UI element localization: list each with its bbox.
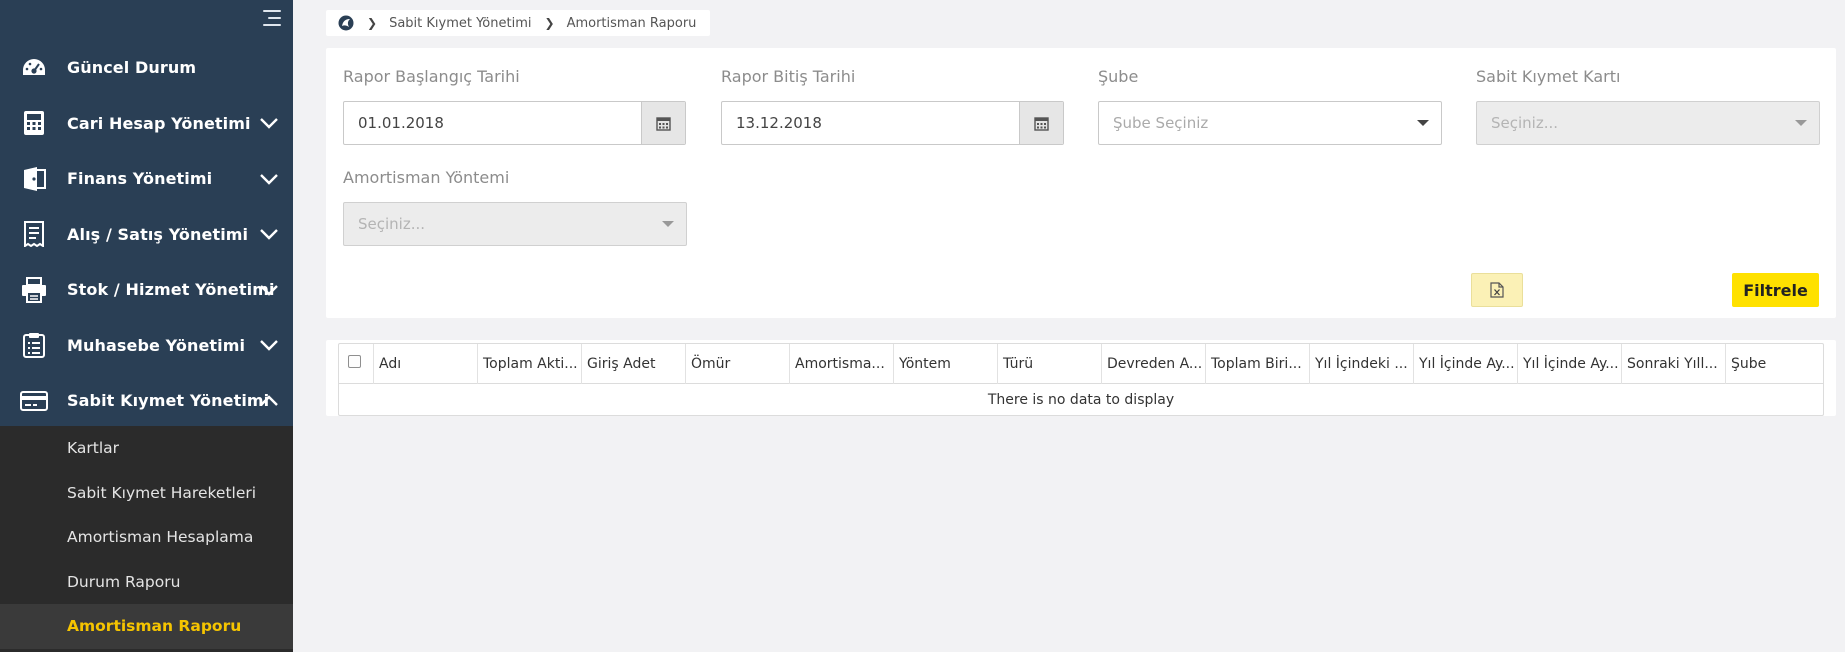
chevron-down-icon [260, 284, 278, 296]
column-header[interactable]: Türü [998, 344, 1102, 384]
submenu-item-kartlar[interactable]: Kartlar [0, 426, 293, 471]
submenu-item-durum-raporu[interactable]: Durum Raporu [0, 560, 293, 605]
menu-item-label: Alış / Satış Yönetimi [67, 224, 249, 244]
menu-item-label: Muhasebe Yönetimi [67, 335, 246, 355]
hamburger-menu-icon[interactable] [261, 10, 281, 28]
calculator-icon [20, 109, 48, 137]
column-header[interactable]: Amortisma... [790, 344, 894, 384]
asset-card-select-value: Seçiniz... [1491, 114, 1559, 132]
chevron-down-icon [260, 340, 278, 351]
caret-down-icon [662, 221, 674, 227]
asset-card-label: Sabit Kıymet Kartı [1476, 67, 1621, 86]
chevron-down-icon [260, 173, 278, 185]
select-all-cell [339, 344, 374, 384]
submenu-item-amortisman-raporu[interactable]: Amortisman Raporu [0, 604, 293, 649]
menu-item-label: Finans Yönetimi [67, 169, 213, 189]
menu-item-stok-hizmet[interactable]: Stok / Hizmet Yönetimi [0, 262, 293, 318]
calendar-icon [1034, 116, 1049, 131]
main-menu: Güncel Durum Cari Hesap Yönetimi Finans … [0, 40, 293, 429]
receipt-icon [20, 220, 48, 248]
filter-panel: Rapor Başlangıç Tarihi Rapor Bitiş Tarih… [326, 48, 1836, 318]
method-label: Amortisman Yöntemi [343, 168, 510, 187]
data-grid: Adı Toplam Akti... Giriş Adet Ömür Amort… [338, 343, 1824, 416]
grid-header: Adı Toplam Akti... Giriş Adet Ömür Amort… [339, 344, 1823, 384]
printer-icon [20, 276, 48, 304]
column-header[interactable]: Yıl İçinde Ay... [1518, 344, 1622, 384]
select-all-checkbox[interactable] [348, 354, 361, 368]
wallet-icon [20, 165, 48, 193]
breadcrumb: ❯ Sabit Kıymet Yönetimi ❯ Amortisman Rap… [326, 10, 710, 36]
caret-down-icon [1417, 120, 1429, 126]
start-date-calendar-button[interactable] [641, 102, 685, 144]
column-header[interactable]: Yıl İçinde Ay... [1414, 344, 1518, 384]
breadcrumb-item-sabit-kiymet[interactable]: Sabit Kıymet Yönetimi [389, 16, 531, 31]
column-header[interactable]: Şube [1726, 344, 1823, 384]
excel-icon [1490, 282, 1504, 298]
menu-item-label: Cari Hesap Yönetimi [67, 113, 251, 133]
column-header[interactable]: Yöntem [894, 344, 998, 384]
chevron-down-icon [260, 118, 278, 129]
column-header[interactable]: Giriş Adet [582, 344, 686, 384]
column-header[interactable]: Yıl İçindeki ... [1310, 344, 1414, 384]
branch-select[interactable]: Şube Seçiniz [1098, 101, 1442, 145]
asset-card-select: Seçiniz... [1476, 101, 1820, 145]
menu-item-guncel-durum[interactable]: Güncel Durum [0, 40, 293, 96]
menu-item-sabit-kiymet[interactable]: Sabit Kıymet Yönetimi [0, 373, 293, 429]
start-date-label: Rapor Başlangıç Tarihi [343, 67, 520, 86]
chevron-right-icon: ❯ [367, 16, 378, 30]
grid-empty-message: There is no data to display [987, 391, 1175, 408]
chevron-down-icon [260, 229, 278, 240]
start-date-input[interactable] [344, 102, 641, 144]
start-date-field [343, 101, 686, 145]
chevron-up-icon [260, 395, 278, 406]
home-logo-icon[interactable] [338, 15, 354, 31]
menu-item-alis-satis[interactable]: Alış / Satış Yönetimi [0, 207, 293, 263]
export-excel-button[interactable] [1471, 273, 1523, 307]
menu-item-label: Sabit Kıymet Yönetimi [67, 391, 270, 411]
column-header[interactable]: Toplam Akti... [478, 344, 582, 384]
column-header[interactable]: Ömür [686, 344, 790, 384]
column-header[interactable]: Devreden A... [1102, 344, 1206, 384]
chevron-right-icon: ❯ [544, 16, 555, 30]
branch-label: Şube [1098, 67, 1139, 86]
calendar-icon [656, 116, 671, 131]
menu-item-label: Stok / Hizmet Yönetimi [67, 280, 275, 300]
column-header[interactable]: Adı [374, 344, 478, 384]
method-select-value: Seçiniz... [358, 215, 426, 233]
sidebar: Güncel Durum Cari Hesap Yönetimi Finans … [0, 0, 293, 652]
submenu-item-sabit-kiymet-hareketleri[interactable]: Sabit Kıymet Hareketleri [0, 471, 293, 516]
branch-select-value: Şube Seçiniz [1113, 114, 1209, 132]
column-header[interactable]: Sonraki Yıll... [1622, 344, 1726, 384]
column-header[interactable]: Toplam Biri... [1206, 344, 1310, 384]
caret-down-icon [1795, 120, 1807, 126]
end-date-calendar-button[interactable] [1019, 102, 1063, 144]
end-date-field [721, 101, 1064, 145]
end-date-label: Rapor Bitiş Tarihi [721, 67, 856, 86]
credit-card-icon [20, 387, 48, 415]
submenu-sabit-kiymet: Kartlar Sabit Kıymet Hareketleri Amortis… [0, 426, 293, 652]
clipboard-icon [20, 331, 48, 359]
end-date-input[interactable] [722, 102, 1019, 144]
submenu-item-amortisman-hesaplama[interactable]: Amortisman Hesaplama [0, 515, 293, 560]
menu-item-cari-hesap[interactable]: Cari Hesap Yönetimi [0, 96, 293, 152]
sidebar-header [0, 0, 293, 40]
menu-item-label: Güncel Durum [67, 58, 197, 78]
breadcrumb-item-amortisman-raporu: Amortisman Raporu [566, 15, 697, 31]
grid-panel: Adı Toplam Akti... Giriş Adet Ömür Amort… [326, 340, 1836, 416]
dashboard-icon [20, 54, 48, 82]
menu-item-muhasebe[interactable]: Muhasebe Yönetimi [0, 318, 293, 374]
method-select: Seçiniz... [343, 202, 687, 246]
filter-button[interactable]: Filtrele [1732, 273, 1819, 307]
menu-item-finans[interactable]: Finans Yönetimi [0, 151, 293, 207]
